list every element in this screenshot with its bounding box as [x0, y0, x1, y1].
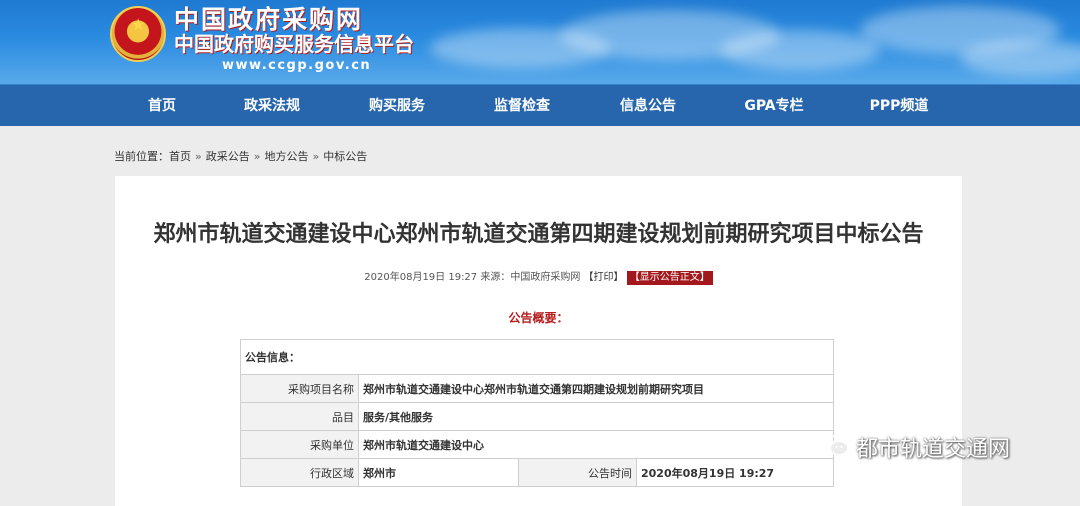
main-nav: 首页 政采法规 购买服务 监督检查 信息公告 GPA专栏 PPP频道 — [0, 84, 1080, 126]
summary-heading: 公告概要： — [508, 311, 569, 325]
nav-item-home[interactable]: 首页 — [128, 85, 196, 127]
publish-time-value: 2020年08月19日 19:27 — [636, 458, 834, 487]
breadcrumb-local-notices[interactable]: 地方公告 — [264, 150, 308, 163]
article-date-source: 2020年08月19日 19:27 来源：中国政府采购网 — [364, 272, 581, 283]
info-heading: 公告信息： — [240, 339, 834, 375]
breadcrumb-separator: » — [253, 150, 261, 163]
category-value: 服务/其他服务 — [358, 402, 834, 431]
buyer-value: 郑州市轨道交通建设中心 — [358, 430, 834, 459]
region-label: 行政区域 — [240, 458, 359, 487]
nav-item-announcements[interactable]: 信息公告 — [606, 85, 690, 127]
table-row: 采购项目名称 郑州市轨道交通建设中心郑州市轨道交通第四期建设规划前期研究项目 — [240, 374, 834, 403]
info-table: 公告信息： 采购项目名称 郑州市轨道交通建设中心郑州市轨道交通第四期建设规划前期… — [240, 339, 834, 487]
table-row: 公告信息： — [240, 339, 834, 375]
site-subtitle: 中国政府购买服务信息平台 — [174, 32, 414, 56]
nav-item-regulations[interactable]: 政采法规 — [230, 85, 314, 127]
breadcrumb-award-notices[interactable]: 中标公告 — [323, 150, 367, 163]
nav-item-ppp[interactable]: PPP频道 — [857, 85, 941, 127]
breadcrumb: 当前位置：首页» 政采公告» 地方公告» 中标公告 — [114, 148, 367, 166]
project-name-label: 采购项目名称 — [240, 374, 359, 403]
header-banner: ★ 中国政府采购网 中国政府购买服务信息平台 www.ccgp.gov.cn — [0, 0, 1080, 84]
watermark-text: 都市轨道交通网 — [856, 437, 1011, 462]
watermark: 都市轨道交通网 — [820, 434, 1010, 462]
page-title: 郑州市轨道交通建设中心郑州市轨道交通第四期建设规划前期研究项目中标公告 — [153, 222, 924, 247]
breadcrumb-prefix: 当前位置： — [114, 150, 169, 163]
banner-cloud — [960, 40, 1080, 76]
region-value: 郑州市 — [358, 458, 519, 487]
breadcrumb-separator: » — [312, 150, 320, 163]
publish-time-label: 公告时间 — [518, 458, 637, 487]
print-link[interactable]: 【打印】 — [584, 272, 624, 283]
nav-item-gpa[interactable]: GPA专栏 — [732, 85, 816, 127]
site-url: www.ccgp.gov.cn — [222, 58, 372, 73]
site-title: 中国政府采购网 — [174, 5, 364, 34]
project-name-value: 郑州市轨道交通建设中心郑州市轨道交通第四期建设规划前期研究项目 — [358, 374, 834, 403]
nav-item-supervision[interactable]: 监督检查 — [480, 85, 564, 127]
show-full-text-button[interactable]: 【显示公告正文】 — [626, 271, 713, 285]
banner-cloud — [720, 30, 880, 70]
table-row: 采购单位 郑州市轨道交通建设中心 — [240, 430, 834, 459]
wechat-icon — [820, 434, 850, 466]
category-label: 品目 — [240, 402, 359, 431]
breadcrumb-separator: » — [195, 150, 202, 163]
table-row: 行政区域 郑州市 公告时间 2020年08月19日 19:27 — [240, 458, 834, 487]
breadcrumb-home[interactable]: 首页 — [169, 150, 191, 163]
buyer-label: 采购单位 — [240, 430, 359, 459]
national-emblem-icon: ★ — [110, 6, 166, 62]
table-row: 品目 服务/其他服务 — [240, 402, 834, 431]
star-icon: ★ — [131, 15, 146, 34]
article-meta: 2020年08月19日 19:27 来源：中国政府采购网 【打印】 【显示公告正… — [115, 270, 962, 286]
nav-item-purchase-services[interactable]: 购买服务 — [355, 85, 439, 127]
breadcrumb-procurement-notices[interactable]: 政采公告 — [206, 150, 250, 163]
